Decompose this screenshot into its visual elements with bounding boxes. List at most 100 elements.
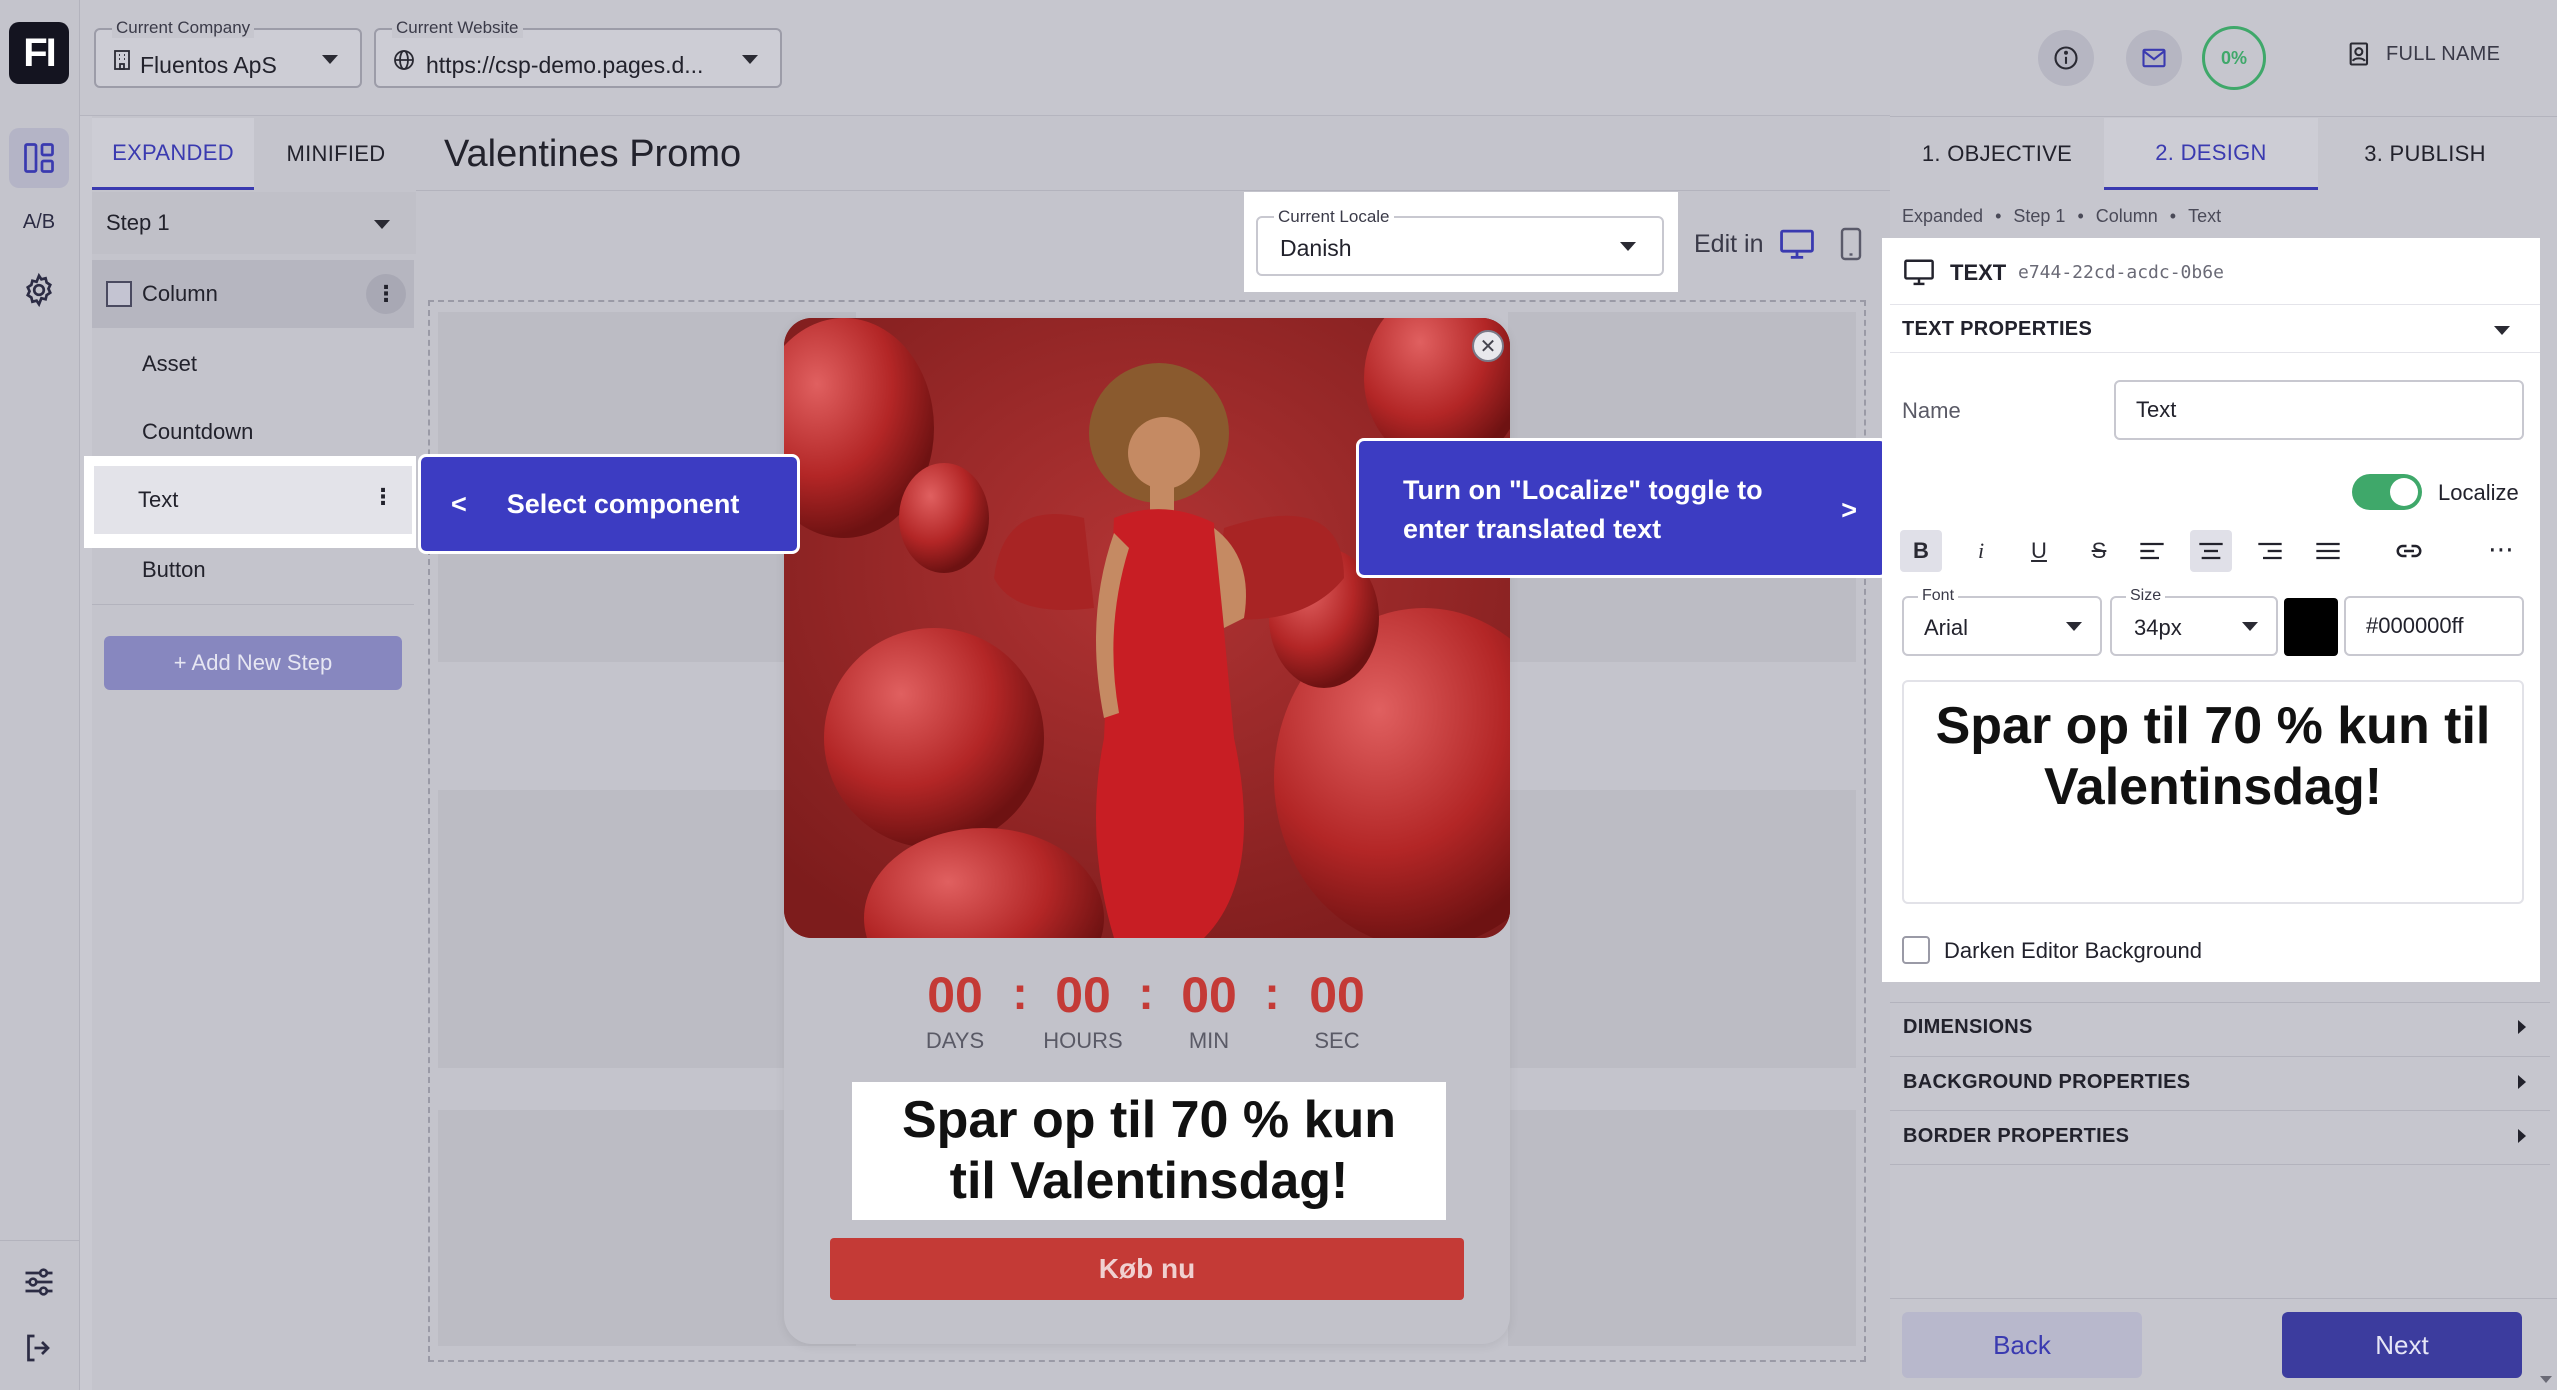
close-icon[interactable]: ✕ [1472, 330, 1504, 362]
breadcrumb-item[interactable]: Column [2096, 206, 2158, 227]
chevron-down-icon [2242, 622, 2258, 631]
chevron-right-icon [2518, 1129, 2526, 1143]
back-label: Back [1993, 1329, 2051, 1360]
name-input-value: Text [2136, 397, 2177, 422]
logout-button[interactable] [9, 1318, 69, 1378]
chevron-down-icon [374, 220, 390, 229]
chevron-down-icon[interactable] [2494, 326, 2510, 335]
company-select-label: Current Company [112, 18, 255, 38]
tab-objective[interactable]: 1. OBJECTIVE [1890, 118, 2104, 190]
settings-nav-button[interactable] [9, 260, 69, 320]
section-dimensions[interactable]: DIMENSIONS [1890, 1000, 2550, 1054]
filters-nav-button[interactable] [9, 1252, 69, 1312]
layers-nav-button[interactable] [9, 128, 69, 188]
back-button[interactable]: Back [1902, 1312, 2142, 1378]
mobile-icon[interactable] [1838, 226, 1864, 262]
color-input[interactable]: #000000ff [2344, 596, 2524, 656]
more-vertical-icon[interactable]: ⋮ [366, 274, 406, 314]
text-properties-header[interactable]: TEXT PROPERTIES [1902, 318, 2092, 341]
add-new-step-label: + Add New Step [173, 650, 333, 675]
countdown-separator: : [1012, 967, 1028, 1019]
layout-icon [24, 143, 54, 173]
layer-item-asset[interactable]: Asset [92, 330, 414, 398]
localize-toggle[interactable] [2352, 474, 2422, 510]
name-label: Name [1902, 398, 1961, 423]
buy-now-button[interactable]: Køb nu [830, 1238, 1464, 1300]
element-type: TEXT [1950, 260, 2007, 285]
italic-button[interactable]: i [1960, 530, 2002, 572]
tab-design[interactable]: 2. DESIGN [2104, 118, 2318, 190]
section-background-properties[interactable]: BACKGROUND PROPERTIES [1890, 1055, 2550, 1109]
breadcrumb-item[interactable]: Step 1 [2013, 206, 2065, 227]
countdown-value: 00 [1055, 967, 1111, 1023]
countdown-separator: : [1138, 967, 1154, 1019]
align-right-icon[interactable] [2256, 538, 2284, 564]
scroll-down-icon[interactable] [2540, 1376, 2552, 1383]
font-select-value: Arial [1924, 615, 1969, 640]
building-icon [114, 50, 130, 70]
messages-button[interactable] [2126, 30, 2182, 86]
tab-expanded[interactable]: EXPANDED [92, 118, 254, 190]
size-select[interactable]: Size 34px [2110, 587, 2278, 656]
countdown-unit: DAYS [925, 1028, 985, 1053]
info-button[interactable] [2038, 30, 2094, 86]
toggle-knob [2390, 478, 2418, 506]
layer-item-label: Column [142, 281, 218, 306]
locale-select-value: Danish [1280, 235, 1352, 261]
link-icon[interactable] [2394, 538, 2424, 564]
align-left-icon[interactable] [2138, 538, 2166, 564]
more-vertical-icon[interactable]: ⋮ [372, 484, 394, 510]
chevron-right-icon [2518, 1075, 2526, 1089]
element-id: e744-22cd-acdc-0b6e [2018, 262, 2224, 283]
size-select-label: Size [2126, 587, 2166, 605]
tab-expanded-label: EXPANDED [112, 139, 234, 165]
section-border-properties[interactable]: BORDER PROPERTIES [1890, 1109, 2550, 1163]
text-editor[interactable]: Spar op til 70 % kun til Valentinsdag! [1902, 680, 2524, 904]
layer-item-text[interactable]: Text ⋮ [94, 466, 412, 534]
bold-button[interactable]: B [1900, 530, 1942, 572]
font-select[interactable]: Font Arial [1902, 587, 2102, 656]
promo-text[interactable]: Spar op til 70 % kun til Valentinsdag! [852, 1082, 1446, 1220]
company-select[interactable]: Current Company Fluentos ApS [94, 18, 362, 88]
layer-item-label: Text [138, 487, 179, 512]
website-select[interactable]: Current Website https://csp-demo.pages.d… [374, 18, 782, 88]
sliders-icon [25, 1268, 53, 1296]
size-select-value: 34px [2134, 615, 2182, 640]
underline-button[interactable]: U [2018, 530, 2060, 572]
layer-item-label: Countdown [142, 419, 254, 444]
placeholder-block [1508, 1110, 1856, 1346]
tooltip-prev-arrow[interactable]: < [451, 489, 467, 520]
layer-item-button[interactable]: Button [92, 536, 414, 604]
divider [1890, 352, 2540, 353]
underline-icon: U [2031, 538, 2047, 563]
user-icon [2349, 42, 2369, 66]
color-swatch[interactable] [2284, 598, 2338, 656]
tab-publish[interactable]: 3. PUBLISH [2318, 118, 2532, 190]
chevron-down-icon [322, 55, 338, 64]
breadcrumb-item[interactable]: Expanded [1902, 206, 1983, 227]
add-new-step-button[interactable]: + Add New Step [104, 636, 402, 690]
tooltip-localize: Turn on "Localize" toggle to enter trans… [1356, 438, 1888, 578]
next-button[interactable]: Next [2282, 1312, 2522, 1378]
logout-icon [27, 1334, 50, 1362]
countdown-hours: 00 HOURS [1028, 966, 1138, 1054]
layer-item-label: Asset [142, 351, 198, 376]
desktop-icon[interactable] [1778, 228, 1816, 262]
name-input[interactable]: Text [2114, 380, 2524, 440]
promo-text-content: Spar op til 70 % kun til Valentinsdag! [901, 1091, 1397, 1210]
layer-item-column[interactable]: Column ⋮ [92, 260, 414, 328]
locale-select[interactable]: Current Locale Danish [1256, 207, 1664, 276]
tooltip-next-arrow[interactable]: > [1841, 491, 1857, 530]
align-center-button[interactable] [2190, 530, 2232, 572]
step-select[interactable]: Step 1 [92, 192, 416, 254]
strikethrough-button[interactable]: S [2078, 530, 2120, 572]
darken-background-checkbox[interactable] [1902, 936, 1930, 964]
more-horizontal-icon[interactable]: ⋯ [2488, 534, 2515, 565]
mail-icon [2142, 48, 2166, 68]
ab-test-nav-button[interactable]: A/B [9, 192, 69, 252]
user-name[interactable]: FULL NAME [2386, 43, 2500, 66]
tab-minified[interactable]: MINIFIED [256, 118, 416, 190]
breadcrumb-item: Text [2188, 206, 2222, 226]
column-checkbox[interactable] [106, 281, 132, 307]
align-justify-icon[interactable] [2314, 538, 2342, 564]
